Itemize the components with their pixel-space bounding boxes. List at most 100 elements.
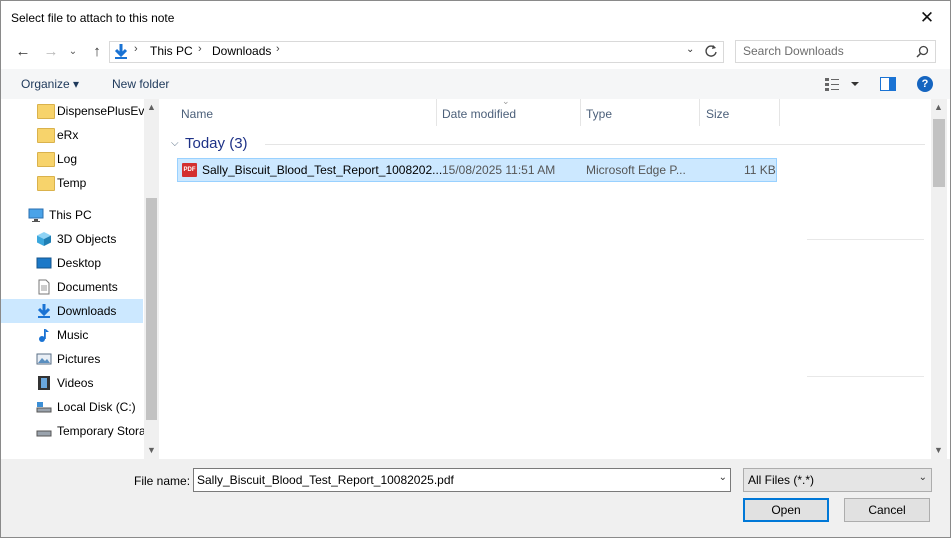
forward-button[interactable]: → bbox=[41, 42, 61, 60]
desktop-icon bbox=[36, 257, 52, 269]
scroll-up-arrow-icon[interactable]: ▲ bbox=[147, 102, 156, 112]
sidebar-item-label: Videos bbox=[57, 376, 94, 390]
breadcrumb-downloads[interactable]: Downloads bbox=[212, 44, 271, 58]
breadcrumb-this-pc[interactable]: This PC bbox=[150, 44, 193, 58]
sidebar-item-label: eRx bbox=[57, 128, 79, 142]
file-name-label: File name: bbox=[134, 474, 191, 488]
command-bar: Organize ▾ New folder bbox=[1, 69, 950, 99]
file-name: Sally_Biscuit_Blood_Test_Report_1008202.… bbox=[202, 163, 443, 177]
cancel-button[interactable]: Cancel bbox=[844, 498, 930, 522]
column-header-type[interactable]: Type bbox=[580, 99, 699, 126]
sidebar-item-documents[interactable]: Documents bbox=[1, 275, 143, 299]
sidebar-item-label: 3D Objects bbox=[57, 232, 117, 246]
document-icon bbox=[38, 279, 50, 295]
file-name-value: Sally_Biscuit_Blood_Test_Report_10082025… bbox=[197, 473, 454, 487]
column-label: Name bbox=[181, 107, 214, 121]
sidebar-item-label: Pictures bbox=[57, 352, 101, 366]
sidebar-item-log[interactable]: Log bbox=[1, 147, 143, 171]
scrollbar-thumb[interactable] bbox=[146, 198, 157, 420]
search-input[interactable]: Search Downloads bbox=[735, 40, 936, 63]
column-header-date[interactable]: Date modified ⌄ bbox=[436, 96, 580, 126]
sidebar-item-label: Temp bbox=[57, 176, 87, 190]
sidebar-item-this-pc[interactable]: This PC bbox=[1, 203, 143, 227]
pdf-file-icon: PDF bbox=[182, 163, 197, 177]
file-name-field[interactable]: Sally_Biscuit_Blood_Test_Report_10082025… bbox=[193, 468, 731, 492]
sidebar-item-3d-objects[interactable]: 3D Objects bbox=[1, 227, 143, 251]
sidebar-item-pictures[interactable]: Pictures bbox=[1, 347, 143, 371]
sidebar-item-desktop[interactable]: Desktop bbox=[1, 251, 143, 275]
sidebar-item-local-disk[interactable]: Local Disk (C:) bbox=[1, 395, 143, 419]
column-label: Date modified bbox=[442, 107, 517, 121]
file-row[interactable]: PDF Sally_Biscuit_Blood_Test_Report_1008… bbox=[177, 158, 777, 182]
chevron-down-icon[interactable]: ⌄ bbox=[919, 472, 927, 483]
file-size: 11 KB bbox=[744, 163, 776, 177]
close-button[interactable]: ✕ bbox=[904, 1, 950, 35]
file-date: 15/08/2025 11:51 AM bbox=[442, 163, 556, 177]
divider bbox=[807, 239, 924, 240]
sidebar-item-label: Music bbox=[57, 328, 89, 342]
divider bbox=[807, 376, 924, 377]
search-icon[interactable] bbox=[916, 45, 929, 58]
sidebar-item-dispenseplusevent[interactable]: DispensePlusEve bbox=[1, 99, 151, 123]
open-button[interactable]: Open bbox=[743, 498, 829, 522]
preview-pane-icon[interactable] bbox=[880, 77, 896, 91]
file-type-filter[interactable]: All Files (*.*) ⌄ bbox=[743, 468, 932, 492]
group-collapse-icon[interactable]: ⌵ bbox=[171, 138, 179, 149]
column-header-size[interactable]: Size bbox=[699, 99, 779, 126]
dialog-title: Select file to attach to this note bbox=[11, 11, 175, 25]
breadcrumb-separator: › bbox=[198, 43, 202, 55]
file-type-filter-value: All Files (*.*) bbox=[748, 473, 815, 487]
breadcrumb-separator: › bbox=[276, 43, 280, 55]
scroll-down-arrow-icon[interactable]: ▼ bbox=[147, 445, 156, 455]
scroll-up-arrow-icon[interactable]: ▲ bbox=[934, 102, 943, 112]
column-label: Type bbox=[586, 107, 613, 121]
pictures-icon bbox=[36, 353, 52, 365]
column-header-name[interactable]: Name bbox=[161, 99, 436, 126]
drive-icon bbox=[36, 430, 52, 437]
help-icon[interactable]: ? bbox=[917, 76, 933, 92]
new-folder-button[interactable]: New folder bbox=[112, 77, 169, 91]
sidebar-item-temporary-storage[interactable]: Temporary Stora bbox=[1, 419, 146, 443]
sidebar-item-temp[interactable]: Temp bbox=[1, 171, 143, 195]
drive-icon bbox=[36, 402, 52, 413]
sidebar-item-label: Log bbox=[57, 152, 78, 166]
scrollbar-thumb[interactable] bbox=[933, 119, 945, 187]
music-icon bbox=[39, 329, 49, 342]
address-bar[interactable]: › This PC › Downloads › ⌄ bbox=[109, 41, 724, 63]
sidebar-item-downloads[interactable]: Downloads bbox=[1, 299, 143, 323]
up-button[interactable]: ↑ bbox=[87, 42, 107, 60]
address-dropdown-icon[interactable]: ⌄ bbox=[686, 44, 694, 55]
column-label: Size bbox=[706, 107, 730, 121]
computer-icon bbox=[28, 208, 44, 222]
download-icon bbox=[37, 304, 51, 318]
sidebar-item-erx[interactable]: eRx bbox=[1, 123, 143, 147]
sidebar-scrollbar[interactable]: ▲ ▼ bbox=[144, 99, 159, 459]
back-button[interactable]: ← bbox=[13, 42, 33, 60]
organize-menu[interactable]: Organize ▾ bbox=[21, 77, 79, 91]
group-divider bbox=[265, 144, 925, 145]
refresh-icon[interactable] bbox=[704, 44, 718, 58]
view-options-icon[interactable] bbox=[825, 77, 859, 91]
recent-dropdown[interactable]: ⌄ bbox=[63, 42, 83, 60]
sidebar-item-label: This PC bbox=[49, 208, 92, 222]
file-list-pane: Name Date modified ⌄ Type Size ⌵ Today (… bbox=[161, 96, 931, 459]
group-header[interactable]: Today (3) bbox=[185, 135, 248, 152]
column-divider[interactable] bbox=[779, 99, 780, 126]
sidebar-item-label: Temporary Stora bbox=[57, 424, 146, 438]
chevron-down-icon[interactable]: ⌄ bbox=[719, 472, 727, 483]
sidebar-item-music[interactable]: Music bbox=[1, 323, 143, 347]
video-icon bbox=[38, 376, 50, 390]
sort-indicator-icon: ⌄ bbox=[502, 96, 510, 106]
navigation-pane: DispensePlusEve eRx Log Temp This PC 3D … bbox=[1, 99, 159, 459]
sidebar-item-label: Downloads bbox=[57, 304, 117, 318]
folder-icon bbox=[37, 104, 55, 119]
download-icon bbox=[114, 44, 128, 59]
file-list-scrollbar[interactable]: ▲ ▼ bbox=[931, 99, 947, 459]
sidebar-item-videos[interactable]: Videos bbox=[1, 371, 143, 395]
title-bar: Select file to attach to this note ✕ bbox=[1, 1, 950, 35]
cube-icon bbox=[37, 232, 51, 246]
scroll-down-arrow-icon[interactable]: ▼ bbox=[934, 445, 943, 455]
folder-icon bbox=[37, 152, 55, 167]
breadcrumb-separator: › bbox=[134, 43, 138, 55]
folder-icon bbox=[37, 128, 55, 143]
